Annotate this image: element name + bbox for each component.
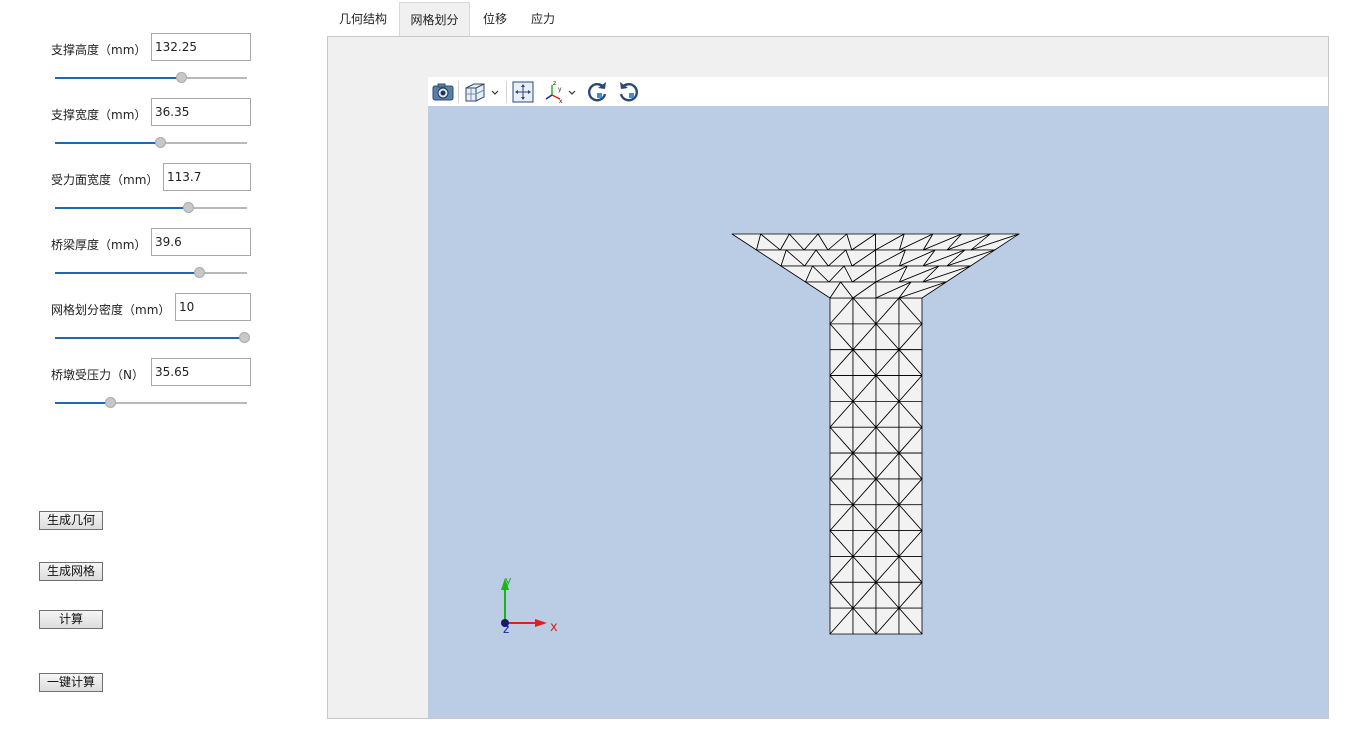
- param-label-load-face-width: 受力面宽度（mm）: [51, 173, 159, 187]
- axes-orientation-icon[interactable]: z y x: [542, 79, 580, 105]
- support-height-slider[interactable]: [55, 72, 247, 84]
- slider-thumb[interactable]: [239, 332, 250, 343]
- svg-text:x: x: [559, 98, 563, 105]
- bridge-mesh: [731, 233, 1020, 635]
- fit-view-icon[interactable]: [510, 79, 536, 105]
- param-label-bridge-thickness: 桥梁厚度（mm）: [51, 238, 147, 252]
- slider-thumb[interactable]: [194, 267, 206, 278]
- viewer-toolbar: z y x: [428, 77, 1328, 106]
- mesh-density-slider[interactable]: [55, 332, 250, 344]
- param-label-support-width: 支撑宽度（mm）: [51, 108, 147, 122]
- view-cube-icon[interactable]: [462, 79, 502, 105]
- generate-geometry-button[interactable]: 生成几何: [39, 511, 103, 530]
- load-face-width-input[interactable]: [163, 163, 251, 191]
- bridge-thickness-input[interactable]: [151, 228, 251, 256]
- generate-mesh-button[interactable]: 生成网格: [39, 562, 103, 581]
- bridge-thickness-slider[interactable]: [55, 267, 247, 279]
- tab-stress[interactable]: 应力: [520, 2, 566, 36]
- z-axis-label: z: [503, 622, 509, 636]
- x-axis-label: x: [550, 620, 558, 635]
- camera-icon[interactable]: [430, 79, 456, 105]
- load-face-width-slider[interactable]: [55, 202, 247, 214]
- slider-thumb[interactable]: [183, 202, 195, 213]
- mesh-element: [731, 233, 762, 251]
- rotate-counterclockwise-icon[interactable]: [616, 79, 642, 105]
- param-label-support-height: 支撑高度（mm）: [51, 43, 147, 57]
- pier-pressure-input[interactable]: [151, 358, 251, 386]
- svg-text:y: y: [558, 86, 562, 93]
- x-axis-arrow: [535, 619, 547, 627]
- rotate-clockwise-icon[interactable]: [584, 79, 610, 105]
- slider-thumb[interactable]: [155, 137, 167, 148]
- tab-mesh[interactable]: 网格划分: [399, 2, 470, 36]
- mesh-view: y x z: [501, 233, 1020, 636]
- axis-triad: y x z: [501, 574, 558, 636]
- tab-geometry[interactable]: 几何结构: [331, 2, 395, 36]
- support-width-slider[interactable]: [55, 137, 247, 149]
- param-label-mesh-density: 网格划分密度（mm）: [51, 303, 171, 317]
- mesh-density-input[interactable]: [175, 293, 251, 321]
- pier-pressure-slider[interactable]: [55, 397, 247, 409]
- param-label-pier-pressure: 桥墩受压力（N）: [51, 368, 144, 382]
- compute-button[interactable]: 计算: [39, 610, 103, 629]
- svg-text:z: z: [553, 80, 556, 87]
- one-click-compute-button[interactable]: 一键计算: [39, 673, 103, 692]
- y-axis-label: y: [505, 574, 512, 587]
- 3d-viewport[interactable]: y x z: [428, 106, 1328, 718]
- support-height-input[interactable]: [151, 33, 251, 61]
- slider-thumb[interactable]: [105, 397, 117, 408]
- support-width-input[interactable]: [151, 98, 251, 126]
- tab-displacement[interactable]: 位移: [474, 2, 516, 36]
- slider-thumb[interactable]: [175, 72, 187, 83]
